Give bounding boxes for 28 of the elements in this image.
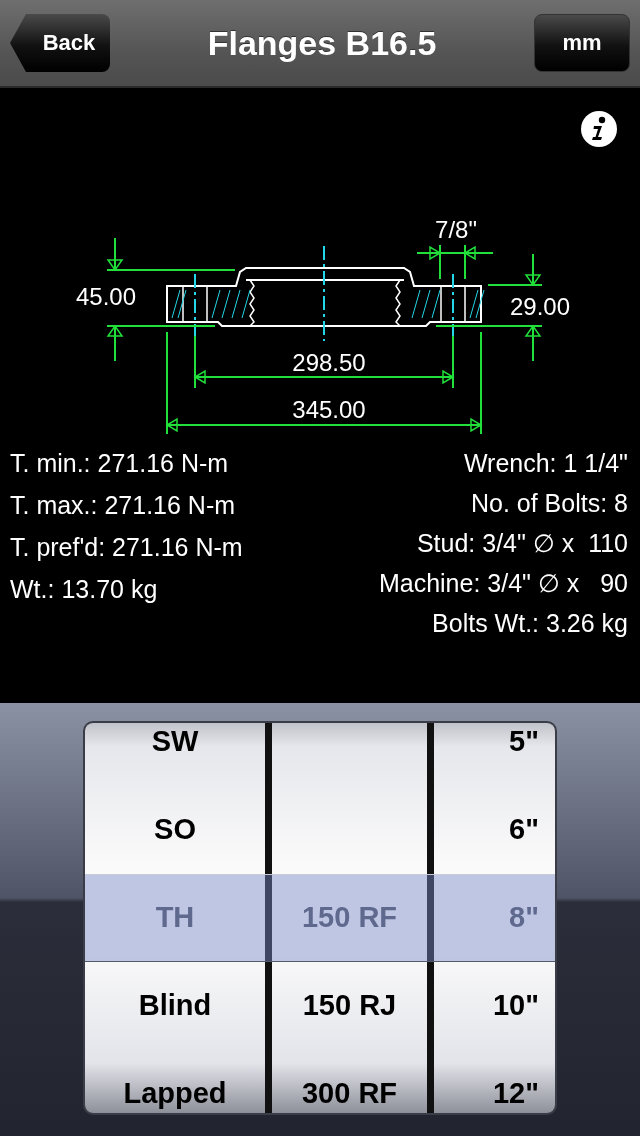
back-button[interactable]: Back (10, 14, 110, 72)
picker-option[interactable]: Lapped (123, 1076, 227, 1110)
dimension-label: 345.00 (292, 396, 366, 423)
bolt-info-text: Wrench: 1 1/4" (463, 448, 628, 479)
picker-option[interactable]: 5" (509, 724, 539, 758)
torque-info-text: T. pref'd: 271.16 N-m (10, 532, 243, 563)
dimension-label: 298.50 (292, 349, 366, 376)
picker-option[interactable]: SO (154, 812, 196, 846)
picker-option[interactable]: 150 RJ (302, 988, 397, 1022)
picker-option[interactable]: 300 RF (301, 1076, 398, 1110)
torque-info-text: T. max.: 271.16 N-m (10, 490, 236, 521)
dimension-label: 7/8" (435, 216, 477, 243)
info-icon[interactable] (580, 110, 618, 148)
dimension-label: 45.00 (75, 283, 137, 310)
picker-option[interactable]: Blind (138, 988, 212, 1022)
picker-option[interactable]: 10" (493, 988, 539, 1022)
screen-title: Flanges B16.5 (207, 23, 437, 63)
picker-option[interactable]: 12" (493, 1076, 539, 1110)
bolt-info-text: Stud: 3/4" ∅ x 110 (416, 528, 628, 559)
dimension-label: 29.00 (509, 293, 571, 320)
bolt-info-text: Bolts Wt.: 3.26 kg (432, 608, 628, 639)
bolt-info-text: No. of Bolts: 8 (470, 488, 628, 519)
picker-option[interactable]: 6" (509, 812, 539, 846)
picker-option[interactable]: SW (151, 724, 199, 758)
bolt-info-text: Machine: 3/4" ∅ x 90 (378, 568, 628, 599)
torque-info-text: T. min.: 271.16 N-m (10, 448, 229, 479)
unit-button[interactable]: mm (534, 14, 630, 72)
torque-info-text: Wt.: 13.70 kg (10, 574, 158, 605)
